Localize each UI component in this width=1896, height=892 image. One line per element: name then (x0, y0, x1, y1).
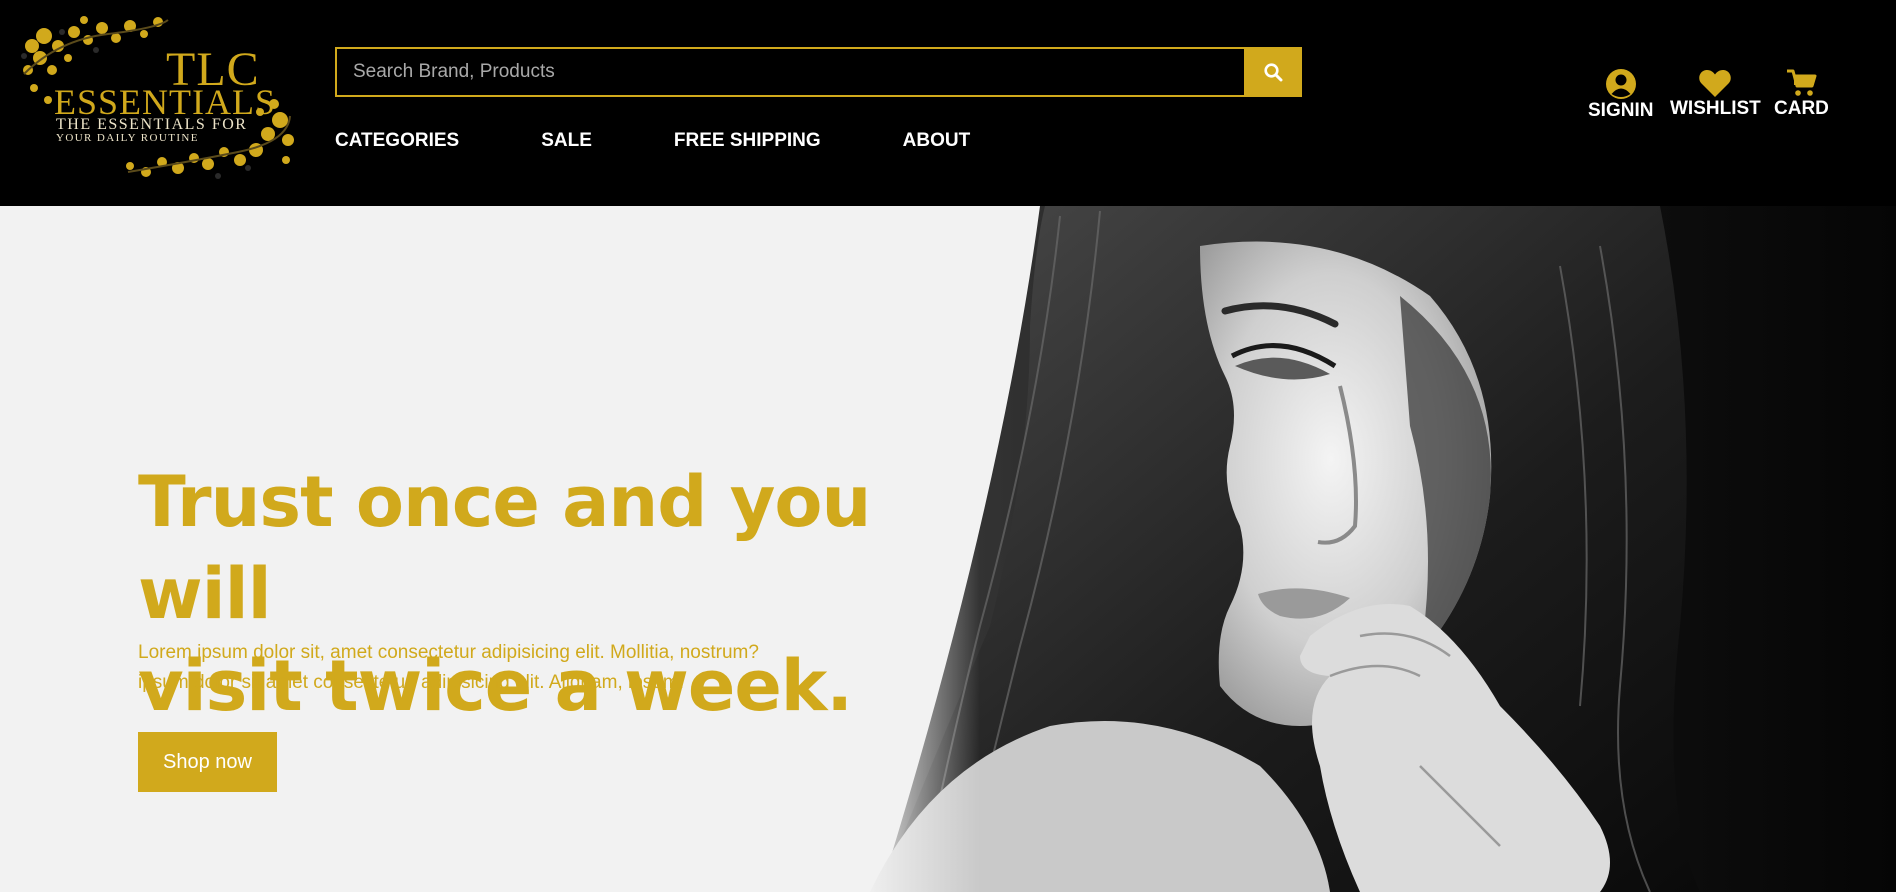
nav-free-shipping[interactable]: FREE SHIPPING (674, 128, 821, 154)
signin-label: SIGNIN (1588, 100, 1654, 121)
nav-about[interactable]: ABOUT (903, 128, 971, 154)
hero-heading-line-1: Trust once and you will (138, 461, 871, 635)
user-icon (1605, 69, 1636, 99)
hero-banner: Trust once and you will visit twice a we… (0, 206, 1896, 892)
shop-now-button[interactable]: Shop now (138, 732, 277, 792)
hero-description: Lorem ipsum dolor sit, amet consectetur … (138, 638, 878, 698)
user-actions: SIGNIN WISHLIST CARD (0, 68, 1896, 128)
cart-icon (1787, 69, 1817, 96)
logo-tagline-2: YOUR DAILY ROUTINE (56, 132, 199, 144)
nav-categories[interactable]: CATEGORIES (335, 128, 459, 154)
wishlist-label: WISHLIST (1670, 98, 1761, 119)
wishlist-button[interactable]: WISHLIST (1670, 68, 1761, 120)
nav-sale[interactable]: SALE (541, 128, 592, 154)
cart-button[interactable]: CARD (1774, 68, 1829, 120)
cart-label: CARD (1774, 98, 1829, 119)
heart-icon (1699, 69, 1732, 97)
main-nav: CATEGORIES SALE FREE SHIPPING ABOUT (335, 128, 1052, 154)
signin-button[interactable]: SIGNIN (1588, 68, 1653, 122)
site-header: TLC ESSENTIALS THE ESSENTIALS FOR YOUR D… (0, 0, 1896, 206)
hero-description-line-2: ipsum dolor sit amet consectetur, adipis… (138, 672, 684, 693)
hero-description-line-1: Lorem ipsum dolor sit, amet consectetur … (138, 642, 759, 663)
